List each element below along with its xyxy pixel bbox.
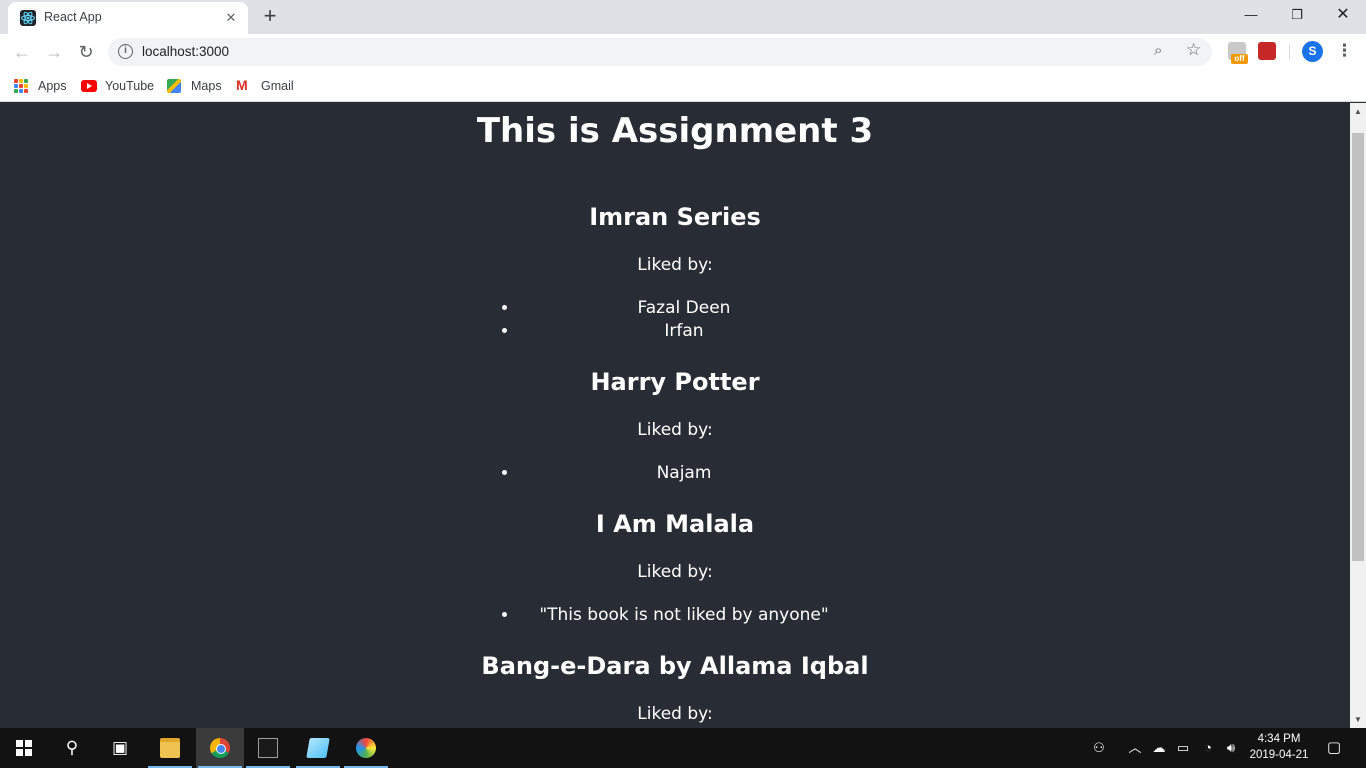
task-view-icon: ▣ <box>111 738 129 757</box>
apps-grid-icon <box>14 79 28 93</box>
bookmark-star-icon[interactable]: ☆ <box>1186 40 1201 60</box>
close-window-button[interactable]: ✕ <box>1320 0 1366 30</box>
forward-arrow-icon[interactable]: → <box>41 39 67 65</box>
bookmarks-bar: Apps YouTube Maps M Gmail <box>0 70 1366 102</box>
list-item: Irfan <box>519 320 849 343</box>
taskbar-clock[interactable]: 4:34 PM 2019-04-21 <box>1244 731 1314 763</box>
liked-by-label: Liked by: <box>637 704 713 724</box>
onedrive-cloud-icon[interactable]: ☁ <box>1148 728 1170 768</box>
wifi-icon[interactable]: ◔ <box>1197 728 1219 768</box>
likers-list: Najam <box>519 462 849 485</box>
address-bar[interactable]: i localhost:3000 ⌕ ☆ <box>108 38 1212 66</box>
terminal-icon <box>258 738 278 758</box>
taskbar-command-prompt[interactable] <box>244 728 292 768</box>
minimize-window-button[interactable]: — <box>1228 0 1274 30</box>
list-item: Fazal Deen <box>519 297 849 320</box>
book-card: Bang-e-Dara by Allama Iqbal Liked by: <box>0 652 1350 724</box>
taskbar-chrome[interactable] <box>196 728 244 768</box>
likers-list: "This book is not liked by anyone" <box>519 604 849 627</box>
book-title: I Am Malala <box>595 510 755 538</box>
clock-time: 4:34 PM <box>1257 733 1301 745</box>
tab-strip: React App ✕ + — ❐ ✕ <box>0 0 1366 34</box>
bookmark-apps[interactable]: Apps <box>14 76 67 96</box>
extension-badge: off <box>1231 54 1248 64</box>
youtube-icon <box>81 80 97 92</box>
more-menu-icon[interactable]: ⋮ <box>1336 40 1353 64</box>
volume-icon[interactable]: 🔊︎ <box>1220 728 1242 768</box>
show-hidden-icons-chevron-icon[interactable]: ︿ <box>1125 728 1145 768</box>
bookmark-label: YouTube <box>105 79 155 93</box>
bookmark-maps[interactable]: Maps <box>167 76 222 96</box>
bookmark-label: Maps <box>191 79 222 93</box>
book-title: Imran Series <box>589 203 761 231</box>
search-icon: ⚲ <box>65 738 79 757</box>
likers-list: Fazal Deen Irfan <box>519 297 849 343</box>
book-card: Imran Series Liked by: <box>0 203 1350 275</box>
battery-icon[interactable]: ▭ <box>1172 728 1194 768</box>
profile-avatar[interactable]: S <box>1302 41 1323 62</box>
taskbar-notepad[interactable] <box>294 728 342 768</box>
scrollbar-thumb[interactable] <box>1352 133 1364 561</box>
bookmark-gmail[interactable]: M Gmail <box>236 76 294 96</box>
notepad-icon <box>306 738 330 758</box>
book-card: Harry Potter Liked by: <box>0 368 1350 440</box>
scroll-up-arrow-icon[interactable]: ▲ <box>1350 103 1366 120</box>
site-info-icon[interactable]: i <box>118 44 133 59</box>
reload-icon[interactable]: ↻ <box>73 39 99 65</box>
action-center-icon[interactable]: ▢ <box>1318 728 1350 768</box>
close-tab-icon[interactable]: ✕ <box>222 9 240 27</box>
paint-icon <box>356 738 376 758</box>
tab-react-app[interactable]: React App ✕ <box>8 2 248 34</box>
gmail-icon: M <box>236 77 248 93</box>
liked-by-label: Liked by: <box>637 420 713 440</box>
windows-taskbar: ⚲ ▣ ⚇ ︿ ☁ ▭ ◔ 🔊︎ 4:34 PM 2019-04-21 ▢ <box>0 728 1366 768</box>
url-text[interactable]: localhost:3000 <box>142 44 229 59</box>
liked-by-label: Liked by: <box>637 562 713 582</box>
clock-date: 2019-04-21 <box>1249 749 1309 761</box>
task-view-button[interactable]: ▣ <box>96 728 144 768</box>
book-title: Harry Potter <box>590 368 760 396</box>
new-tab-button[interactable]: + <box>258 5 282 29</box>
extension-red-icon[interactable] <box>1258 42 1276 60</box>
maps-icon <box>167 79 181 93</box>
bookmark-youtube[interactable]: YouTube <box>81 76 154 96</box>
liked-by-label: Liked by: <box>637 255 713 275</box>
react-favicon-icon <box>20 10 36 26</box>
tab-title: React App <box>44 10 102 24</box>
folder-icon <box>160 738 180 758</box>
list-item: "This book is not liked by anyone" <box>519 604 849 627</box>
scroll-down-arrow-icon[interactable]: ▼ <box>1350 711 1366 728</box>
start-button[interactable] <box>0 728 48 768</box>
page-scrollbar[interactable]: ▲ ▼ <box>1350 103 1366 728</box>
taskbar-paint[interactable] <box>342 728 390 768</box>
toolbar-divider <box>1289 44 1290 60</box>
back-arrow-icon[interactable]: ← <box>9 39 35 65</box>
page-viewport: This is Assignment 3 Imran Series Liked … <box>0 103 1350 728</box>
chrome-icon <box>210 738 230 758</box>
list-item: Najam <box>519 462 849 485</box>
zoom-icon[interactable]: ⌕ <box>1154 42 1162 59</box>
windows-logo-icon <box>16 740 32 756</box>
bookmark-label: Apps <box>38 79 67 93</box>
people-icon[interactable]: ⚇ <box>1088 728 1110 768</box>
book-card: I Am Malala Liked by: <box>0 510 1350 582</box>
taskbar-file-explorer[interactable] <box>146 728 194 768</box>
browser-toolbar: ← → ↻ i localhost:3000 ⌕ ☆ off S ⋮ <box>0 34 1366 70</box>
page-title: This is Assignment 3 <box>476 111 874 151</box>
search-button[interactable]: ⚲ <box>48 728 96 768</box>
restore-window-button[interactable]: ❐ <box>1274 0 1320 30</box>
bookmark-label: Gmail <box>261 79 294 93</box>
book-title: Bang-e-Dara by Allama Iqbal <box>481 652 869 680</box>
